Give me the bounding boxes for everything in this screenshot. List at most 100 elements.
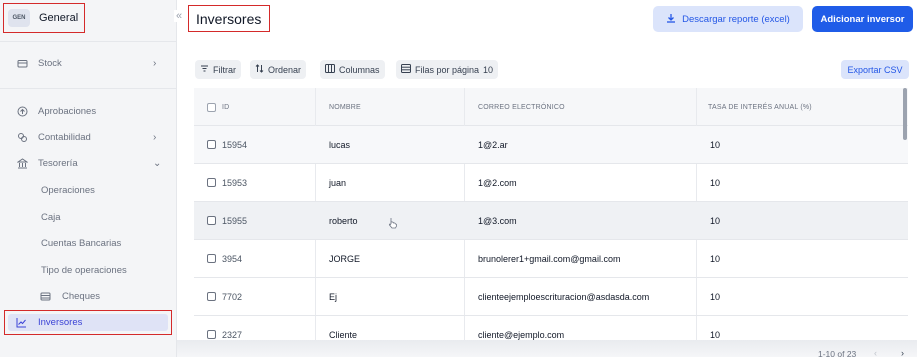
cell-id: 7702 — [207, 278, 242, 315]
rows-per-page-value: 10 — [483, 64, 494, 75]
download-icon — [666, 13, 676, 26]
table-row[interactable]: 15953 juan 1@2.com 10 — [194, 164, 908, 202]
column-header-nombre[interactable]: NOMBRE — [329, 88, 361, 126]
footer — [177, 340, 917, 357]
sidebar-item-label: Tipo de operaciones — [41, 264, 127, 276]
divider — [0, 88, 177, 89]
cell-id: 15955 — [207, 202, 247, 239]
cheque-icon — [40, 291, 51, 302]
column-header-correo[interactable]: CORREO ELECTRÓNICO — [478, 88, 565, 126]
download-report-label: Descargar reporte (excel) — [682, 13, 790, 25]
previous-page-icon[interactable]: ‹ — [874, 348, 877, 357]
sort-button[interactable]: Ordenar — [250, 60, 307, 79]
sidebar-item-caja[interactable]: Caja — [0, 206, 177, 228]
pagination-info: 1-10 of 23 — [818, 349, 857, 357]
cell-tasa: 10 — [710, 215, 721, 226]
cell-correo: brunolerer1+gmail.com@gmail.com — [478, 253, 621, 264]
collapse-sidebar-icon[interactable]: « — [174, 10, 184, 22]
cell-id: 15954 — [207, 126, 247, 163]
chevron-right-icon: › — [153, 57, 157, 69]
cell-correo: cliente@ejemplo.com — [478, 329, 565, 340]
page-title-box: Inversores — [188, 5, 270, 32]
cell-correo: 1@2.ar — [478, 139, 508, 150]
columns-button[interactable]: Columnas — [320, 60, 385, 79]
cell-nombre: roberto — [329, 215, 358, 226]
table-header: ID NOMBRE CORREO ELECTRÓNICO TASA DE INT… — [194, 88, 908, 126]
cell-id: 15953 — [207, 164, 247, 201]
cell-tasa: 10 — [710, 139, 721, 150]
export-csv-button[interactable]: Exportar CSV — [841, 60, 909, 79]
cell-tasa: 10 — [710, 291, 721, 302]
row-checkbox[interactable] — [207, 254, 216, 263]
sidebar-item-stock[interactable]: Stock › — [0, 52, 177, 74]
cell-id-text: 15954 — [222, 139, 248, 150]
next-page-icon[interactable]: › — [901, 348, 904, 357]
cell-correo: 1@2.com — [478, 177, 517, 188]
investors-table: ID NOMBRE CORREO ELECTRÓNICO TASA DE INT… — [194, 88, 908, 340]
chevron-down-icon: ⌄ — [153, 157, 162, 169]
rows-icon — [401, 64, 411, 75]
sidebar-item-tesoreria[interactable]: Tesorería ⌄ — [0, 152, 177, 174]
cell-id-text: 15955 — [222, 215, 248, 226]
cell-id: 3954 — [207, 240, 242, 277]
cell-id-text: 7702 — [222, 291, 243, 302]
filter-label: Filtrar — [213, 64, 236, 75]
columns-icon — [325, 64, 335, 75]
column-header-label: ID — [222, 103, 230, 111]
sidebar-item-label: Cuentas Bancarias — [41, 237, 122, 249]
cell-nombre: JORGE — [329, 253, 361, 264]
add-investor-button[interactable]: Adicionar inversor — [812, 6, 913, 32]
row-checkbox[interactable] — [207, 330, 216, 339]
sidebar-item-tipo-de-operaciones[interactable]: Tipo de operaciones — [0, 259, 177, 281]
sidebar-item-cuentas-bancarias[interactable]: Cuentas Bancarias — [0, 232, 177, 254]
active-highlight — [8, 314, 168, 331]
row-checkbox[interactable] — [207, 216, 216, 225]
sidebar-item-aprobaciones[interactable]: Aprobaciones — [0, 100, 177, 122]
pointer-cursor-icon — [388, 217, 398, 232]
row-checkbox[interactable] — [207, 178, 216, 187]
sidebar-item-label: Contabilidad — [38, 131, 91, 143]
cell-nombre: lucas — [329, 139, 351, 150]
cell-id: 2327 — [207, 316, 242, 340]
table-scrollbar[interactable] — [903, 88, 907, 140]
sidebar-item-inversores[interactable]: Inversores — [4, 310, 172, 335]
accounting-icon — [17, 132, 28, 143]
bank-icon — [17, 157, 28, 169]
cell-id-text: 3954 — [222, 253, 243, 264]
sidebar-item-label: Tesorería — [38, 157, 78, 169]
sidebar-item-label: Operaciones — [41, 184, 95, 196]
sort-label: Ordenar — [268, 64, 302, 75]
sidebar-item-label: Stock — [38, 57, 62, 69]
table-row[interactable]: 15954 lucas 1@2.ar 10 — [194, 126, 908, 164]
sidebar-item-cheques[interactable]: Cheques — [0, 285, 177, 307]
sidebar-item-label: Inversores — [38, 317, 83, 328]
circle-up-icon — [17, 106, 28, 117]
filter-button[interactable]: Filtrar — [195, 60, 241, 79]
box-icon — [17, 58, 28, 69]
cell-tasa: 10 — [710, 177, 721, 188]
cell-nombre: juan — [329, 177, 347, 188]
download-report-button[interactable]: Descargar reporte (excel) — [653, 6, 803, 32]
org-selector[interactable]: GEN General — [3, 3, 85, 33]
table-row[interactable]: 2327 Cliente cliente@ejemplo.com 10 — [194, 316, 908, 340]
row-checkbox[interactable] — [207, 140, 216, 149]
chevron-right-icon: › — [153, 131, 157, 143]
sidebar-item-label: Aprobaciones — [38, 105, 97, 117]
table-row[interactable]: 7702 Ej clienteejemploescrituracion@asda… — [194, 278, 908, 316]
cell-correo: clienteejemploescrituracion@asdasda.com — [478, 291, 650, 302]
select-all-checkbox[interactable] — [207, 102, 216, 112]
column-header-id[interactable]: ID — [207, 88, 229, 126]
sidebar-item-contabilidad[interactable]: Contabilidad › — [0, 126, 177, 148]
cell-nombre: Cliente — [329, 329, 358, 340]
page-title: Inversores — [196, 10, 262, 27]
divider — [0, 41, 177, 42]
column-header-tasa[interactable]: TASA DE INTERÉS ANUAL (%) — [708, 88, 812, 126]
chart-line-icon — [16, 317, 27, 328]
row-checkbox[interactable] — [207, 292, 216, 301]
cell-tasa: 10 — [710, 253, 721, 264]
sort-icon — [255, 64, 264, 75]
sidebar-item-operaciones[interactable]: Operaciones — [0, 179, 177, 201]
rows-per-page-button[interactable]: Filas por página 10 — [396, 60, 499, 79]
table-row[interactable]: 3954 JORGE brunolerer1+gmail.com@gmail.c… — [194, 240, 908, 278]
table-row[interactable]: 15955 roberto 1@3.com 10 — [194, 202, 908, 240]
